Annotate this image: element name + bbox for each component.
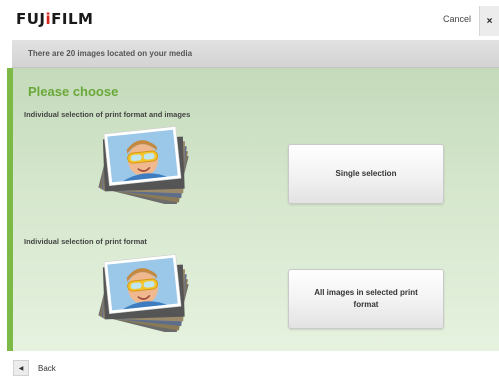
cancel-label[interactable]: Cancel xyxy=(443,14,471,24)
photo-stack-icon xyxy=(98,254,189,332)
info-bar: There are 20 images located on your medi… xyxy=(12,40,499,68)
image-count-message: There are 20 images located on your medi… xyxy=(28,49,193,58)
back-button[interactable]: ◀ xyxy=(13,360,29,376)
back-arrow-icon: ◀ xyxy=(18,365,24,372)
option-2-label: Individual selection of print format xyxy=(24,237,147,246)
close-button[interactable]: × xyxy=(479,6,499,36)
top-bar: FUJiFILM Cancel × xyxy=(0,0,499,40)
option-1-label: Individual selection of print format and… xyxy=(24,110,191,119)
fujifilm-logo: FUJiFILM xyxy=(16,10,94,28)
close-icon: × xyxy=(486,15,493,27)
footer-bar: ◀ Back xyxy=(0,351,499,379)
back-label[interactable]: Back xyxy=(38,364,56,373)
single-selection-button[interactable]: Single selection xyxy=(288,144,444,204)
photo-stack-icon xyxy=(98,126,189,204)
selection-panel: Please choose Individual selection of pr… xyxy=(13,68,499,351)
all-images-button[interactable]: All images in selected print format xyxy=(288,269,444,329)
page-heading: Please choose xyxy=(28,84,119,99)
